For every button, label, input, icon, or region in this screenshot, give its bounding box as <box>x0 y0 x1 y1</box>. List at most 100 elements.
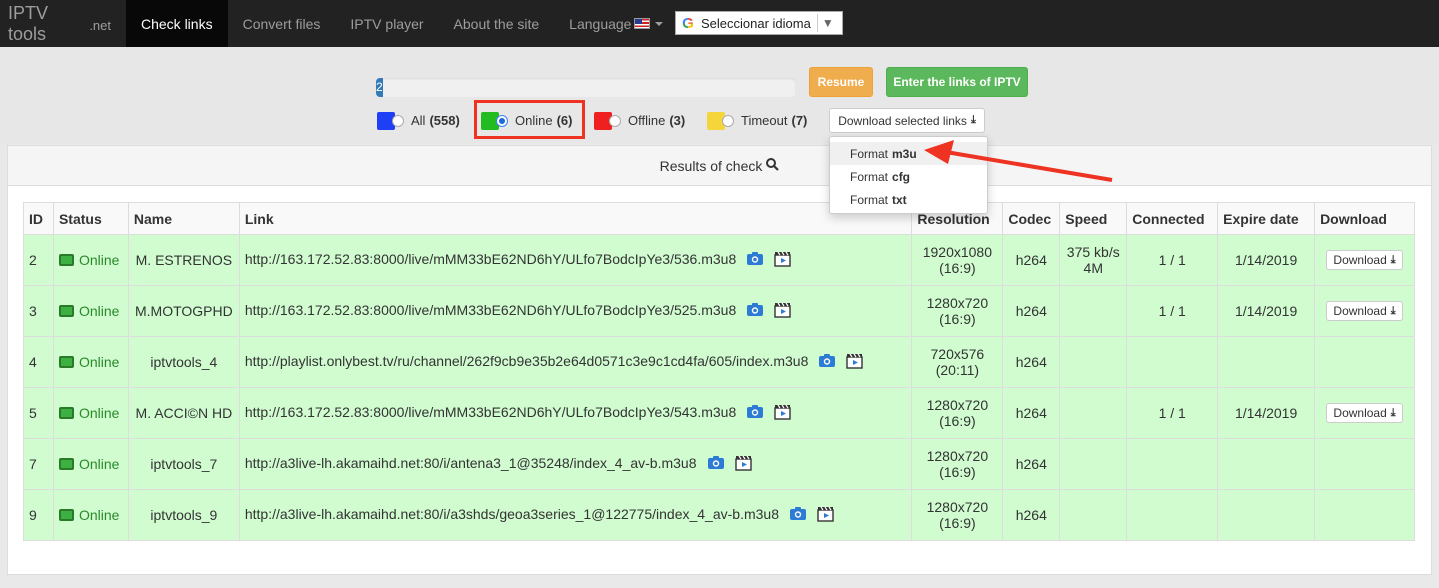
play-video-icon[interactable] <box>774 404 791 423</box>
link-text[interactable]: http://playlist.onlybest.tv/ru/channel/2… <box>245 353 809 369</box>
progress-value: 2 <box>376 80 383 94</box>
table-row[interactable]: 2 Online M. ESTRENOS http://163.172.52.8… <box>23 234 1415 286</box>
row-download-button[interactable]: Download ⤓ <box>1326 250 1403 270</box>
play-video-icon[interactable] <box>734 455 752 474</box>
col-download[interactable]: Download <box>1314 202 1415 235</box>
link-text[interactable]: http://163.172.52.83:8000/live/mMM33bE62… <box>245 302 736 318</box>
cell-codec: h264 <box>1002 387 1061 439</box>
cell-codec: h264 <box>1002 489 1061 541</box>
cell-connected <box>1126 336 1219 388</box>
cell-expire <box>1217 489 1316 541</box>
filter-timeout[interactable]: Timeout (7) <box>707 111 807 130</box>
link-text[interactable]: http://163.172.52.83:8000/live/mMM33bE62… <box>245 404 736 420</box>
row-download-label: Download <box>1333 406 1387 420</box>
play-video-icon[interactable] <box>774 251 791 270</box>
brand-suffix: .net <box>89 17 111 33</box>
cell-name: M. ESTRENOS <box>127 234 240 286</box>
play-video-icon[interactable] <box>774 302 791 321</box>
col-name[interactable]: Name <box>127 202 240 235</box>
cell-download <box>1314 489 1415 541</box>
cell-link: http://a3live-lh.akamaihd.net:80/i/anten… <box>238 438 913 490</box>
table-row[interactable]: 3 Online M.MOTOGPHD http://163.172.52.83… <box>23 285 1415 337</box>
cell-connected <box>1126 489 1219 541</box>
table-row[interactable]: 5 Online M. ACCI©N HD http://163.172.52.… <box>23 387 1415 439</box>
aspect-ratio: (16:9) <box>939 260 976 276</box>
nav-about[interactable]: About the site <box>439 0 555 47</box>
cell-speed <box>1059 336 1128 388</box>
table-row[interactable]: 4 Online iptvtools_4 http://playlist.onl… <box>23 336 1415 388</box>
camera-icon[interactable] <box>747 405 764 421</box>
site-logo[interactable]: IPTV tools .net <box>0 0 126 47</box>
filter-offline[interactable]: Offline (3) <box>594 111 685 130</box>
cell-resolution: 1920x1080 (16:9) <box>911 234 1004 286</box>
cell-download <box>1314 438 1415 490</box>
cell-name: iptvtools_4 <box>127 336 240 388</box>
cell-download: Download ⤓ <box>1314 234 1415 286</box>
filter-timeout-radio[interactable] <box>722 114 734 127</box>
enter-links-button[interactable]: Enter the links of IPTV <box>886 67 1028 97</box>
cell-name: M. ACCI©N HD <box>127 387 240 439</box>
link-text[interactable]: http://a3live-lh.akamaihd.net:80/i/anten… <box>245 455 697 471</box>
nav-check-links[interactable]: Check links <box>126 0 228 47</box>
download-selected-button[interactable]: Download selected links ⤓ <box>829 108 985 133</box>
camera-icon[interactable] <box>707 456 724 472</box>
resolution-value: 1280x720 <box>926 397 989 413</box>
camera-icon[interactable] <box>747 252 764 268</box>
filter-timeout-label: Timeout <box>741 113 788 128</box>
status-label: Online <box>78 507 120 523</box>
cell-status: Online <box>52 489 129 541</box>
table-row[interactable]: 7 Online iptvtools_7 http://a3live-lh.ak… <box>23 438 1415 490</box>
cell-speed <box>1059 285 1128 337</box>
dropdown-arrow-icon: ▼ <box>821 16 834 30</box>
nav-iptv-player-label: IPTV player <box>350 15 424 32</box>
nav-language-label: Language <box>569 15 632 32</box>
cell-status: Online <box>52 285 129 337</box>
col-codec[interactable]: Codec <box>1002 202 1061 235</box>
cell-status: Online <box>52 336 129 388</box>
resume-button[interactable]: Resume <box>809 67 873 97</box>
row-download-button[interactable]: Download ⤓ <box>1326 301 1403 321</box>
link-text[interactable]: http://a3live-lh.akamaihd.net:80/i/a3shd… <box>245 506 779 522</box>
col-link[interactable]: Link <box>238 202 913 235</box>
cell-id: 5 <box>23 387 54 439</box>
resolution-value: 720x576 <box>930 346 985 362</box>
col-status[interactable]: Status <box>52 202 129 235</box>
cell-expire: 1/14/2019 <box>1217 234 1316 286</box>
play-video-icon[interactable] <box>846 353 864 372</box>
nav-iptv-player[interactable]: IPTV player <box>335 0 438 47</box>
nav-check-links-label: Check links <box>141 15 213 32</box>
col-id[interactable]: ID <box>23 202 54 235</box>
cell-id: 2 <box>23 234 54 286</box>
row-download-button[interactable]: Download ⤓ <box>1326 403 1403 423</box>
format-txt-item[interactable]: Format txt <box>830 188 987 211</box>
col-expire[interactable]: Expire date <box>1217 202 1316 235</box>
translate-language-select[interactable]: G Seleccionar idioma ▼ <box>675 11 843 35</box>
camera-icon[interactable] <box>819 354 836 370</box>
aspect-ratio: (16:9) <box>939 413 976 429</box>
cell-link: http://163.172.52.83:8000/live/mMM33bE62… <box>238 387 913 439</box>
col-connected[interactable]: Connected <box>1126 202 1219 235</box>
cell-link: http://163.172.52.83:8000/live/mMM33bE62… <box>238 234 913 286</box>
cell-speed <box>1059 387 1128 439</box>
nav-convert-files[interactable]: Convert files <box>228 0 336 47</box>
play-video-icon[interactable] <box>817 506 834 525</box>
cell-status: Online <box>52 438 129 490</box>
camera-icon[interactable] <box>790 507 806 523</box>
cell-codec: h264 <box>1002 285 1061 337</box>
cell-name: iptvtools_9 <box>127 489 240 541</box>
resume-label: Resume <box>817 75 865 89</box>
tv-online-icon <box>58 305 74 317</box>
cell-resolution: 1280x720 (16:9) <box>911 387 1004 439</box>
table-row[interactable]: 9 Online iptvtools_9 http://a3live-lh.ak… <box>23 489 1415 541</box>
results-heading: Results of check <box>8 146 1431 186</box>
col-speed[interactable]: Speed <box>1059 202 1128 235</box>
filter-all-radio[interactable] <box>392 114 404 127</box>
filter-offline-radio[interactable] <box>609 114 621 127</box>
us-flag-icon <box>634 18 651 29</box>
nav-language[interactable]: Language <box>554 0 678 47</box>
status-label: Online <box>78 354 120 370</box>
camera-icon[interactable] <box>747 303 764 319</box>
cell-codec: h264 <box>1002 438 1061 490</box>
link-text[interactable]: http://163.172.52.83:8000/live/mMM33bE62… <box>245 251 736 267</box>
filter-all[interactable]: All (558) <box>377 111 460 130</box>
